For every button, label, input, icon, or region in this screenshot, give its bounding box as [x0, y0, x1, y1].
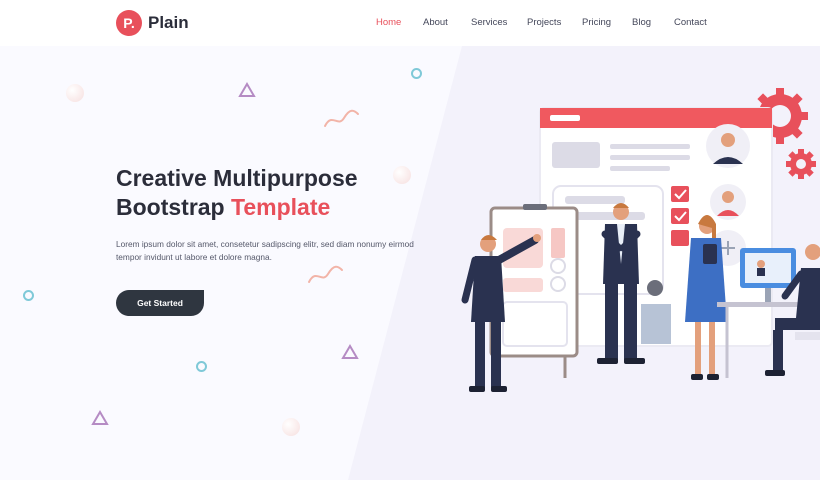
nav-link-about[interactable]: About	[423, 17, 448, 28]
get-started-button[interactable]: Get Started	[116, 290, 204, 316]
hero-title-line2: Bootstrap	[116, 194, 231, 220]
decor-triangle	[238, 82, 256, 97]
hero-title-line1: Creative Multipurpose	[116, 165, 358, 191]
nav-link-services[interactable]: Services	[471, 17, 507, 28]
team-planning-illustration	[461, 88, 820, 392]
decor-circle	[282, 418, 300, 436]
decor-ring	[411, 68, 422, 79]
nav-link-contact[interactable]: Contact	[674, 17, 707, 28]
decor-triangle	[341, 344, 359, 359]
decor-triangle	[91, 410, 109, 425]
main-nav: Home About Services Projects Pricing Blo…	[0, 17, 820, 33]
decor-circle	[66, 84, 84, 102]
hero-title: Creative Multipurpose Bootstrap Template	[116, 164, 416, 222]
decor-squiggle	[324, 109, 359, 127]
gear-icon	[786, 149, 816, 179]
decor-ring	[23, 290, 34, 301]
hero-description: Lorem ipsum dolor sit amet, consetetur s…	[116, 239, 414, 262]
nav-link-blog[interactable]: Blog	[632, 17, 651, 28]
nav-link-home[interactable]: Home	[376, 17, 401, 28]
person-woman	[685, 215, 727, 380]
decor-squiggle	[308, 265, 343, 283]
hero-title-accent: Template	[231, 194, 331, 220]
nav-link-projects[interactable]: Projects	[527, 17, 561, 28]
nav-link-pricing[interactable]: Pricing	[582, 17, 611, 28]
navbar: P. Plain Home About Services Projects Pr…	[0, 0, 820, 46]
decor-ring	[196, 361, 207, 372]
